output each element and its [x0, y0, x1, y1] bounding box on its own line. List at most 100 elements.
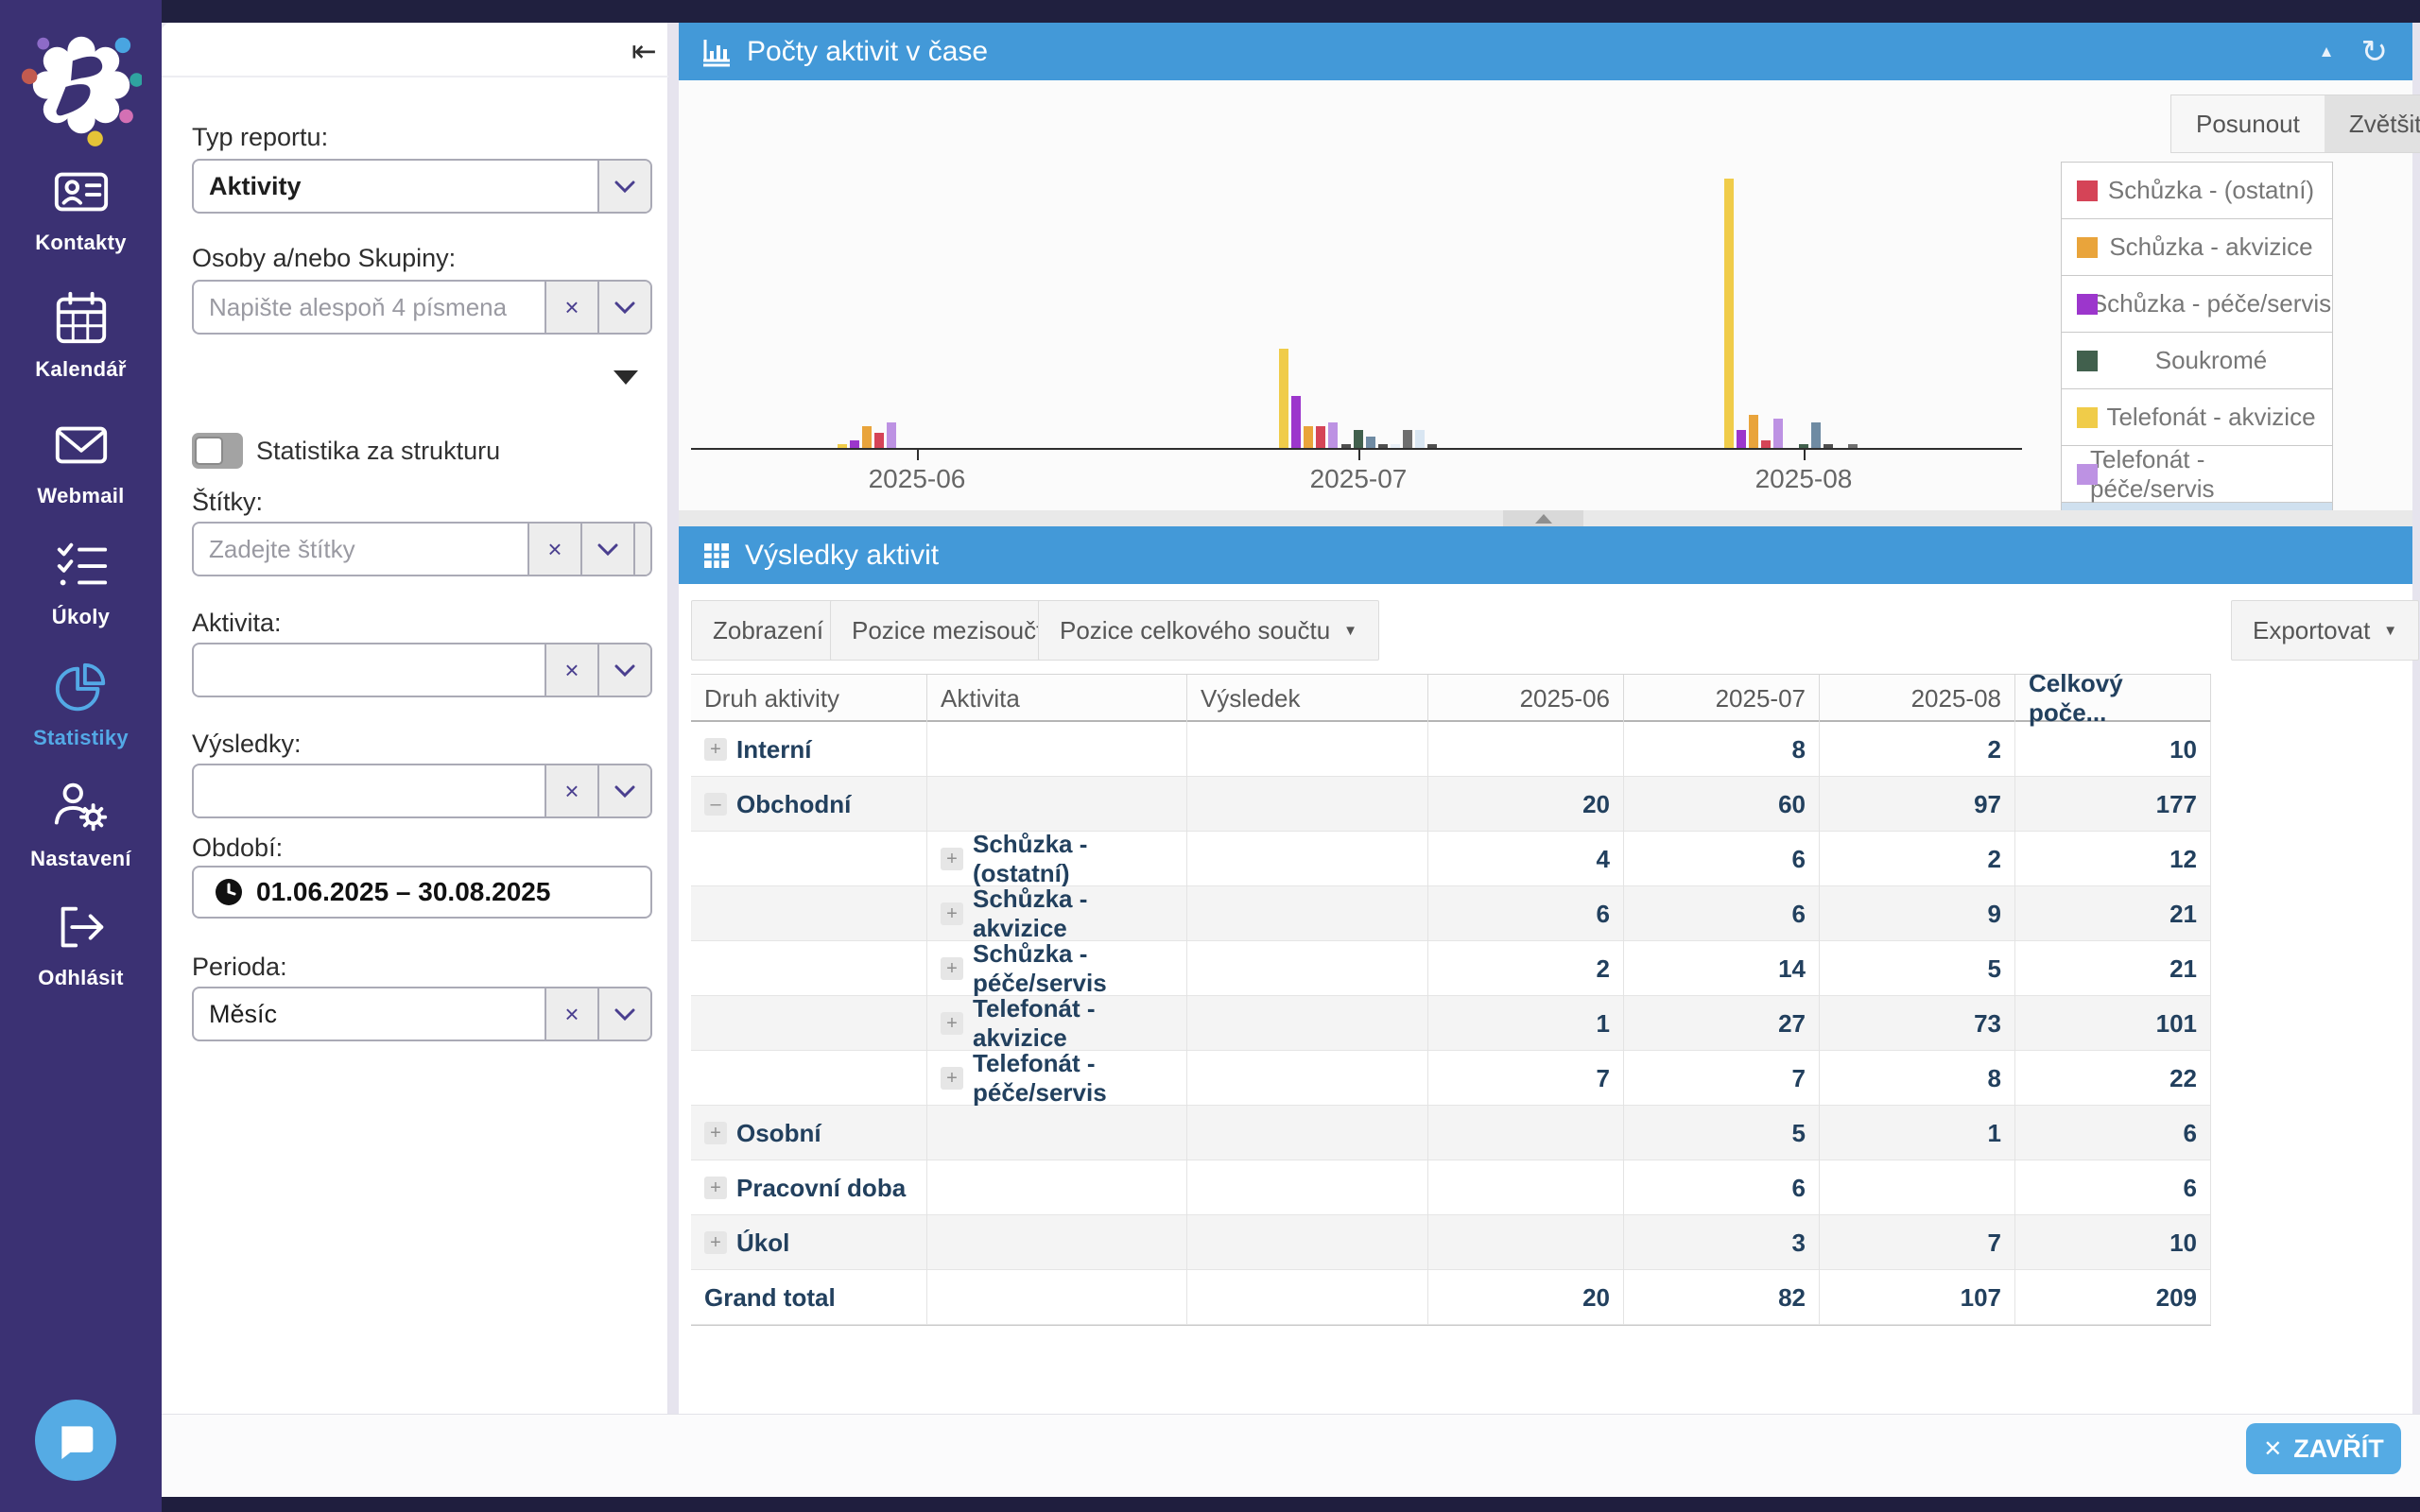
chevron-down-icon[interactable] — [597, 644, 650, 696]
activity-input[interactable]: × — [192, 643, 652, 697]
people-groups-input[interactable]: × — [192, 280, 652, 335]
expand-icon[interactable]: + — [941, 1067, 963, 1090]
legend-item[interactable]: Telefonát - péče/servis — [2062, 446, 2332, 503]
bar-series-7[interactable] — [1811, 422, 1821, 448]
sidebar-item-webmail[interactable]: Webmail — [0, 416, 162, 508]
bar-Telefonát - akvizice[interactable] — [838, 444, 847, 448]
bar-Schůzka - akvizice[interactable] — [862, 426, 872, 448]
table-row[interactable]: +Telefonát - akvizice12773101 — [691, 996, 2211, 1051]
column-header-6[interactable]: 2025-08 — [1820, 675, 2015, 722]
chevron-down-icon[interactable] — [597, 161, 650, 212]
bar-Telefonát - péče/servis[interactable] — [1328, 422, 1338, 448]
clear-icon[interactable]: × — [544, 988, 597, 1040]
date-range-button[interactable]: 01.06.2025 – 30.08.2025 — [192, 866, 652, 919]
chat-button[interactable] — [35, 1400, 116, 1481]
report-type-select[interactable]: Aktivity — [192, 159, 652, 214]
legend-item[interactable]: Schůzka - (ostatní) — [2062, 163, 2332, 219]
table-row[interactable]: +Schůzka - péče/servis214521 — [691, 941, 2211, 996]
bar-Telefonát - péče/servis[interactable] — [887, 422, 896, 448]
expand-icon[interactable]: + — [941, 848, 963, 870]
chevron-down-icon[interactable] — [597, 988, 650, 1040]
legend-item[interactable]: Soukromé — [2062, 333, 2332, 389]
table-row[interactable]: +Telefonát - péče/servis77822 — [691, 1051, 2211, 1106]
bar-Telefonát - akvizice[interactable] — [1279, 349, 1288, 448]
close-button[interactable]: ✕ ZAVŘÍT — [2246, 1423, 2401, 1474]
collapse-filter-panel-icon[interactable]: ⇤ — [631, 36, 657, 66]
bar-Schůzka - (ostatní)[interactable] — [874, 433, 884, 448]
table-row[interactable]: +Schůzka - akvizice66921 — [691, 886, 2211, 941]
table-row[interactable]: –Obchodní206097177 — [691, 777, 2211, 832]
expand-icon[interactable]: + — [704, 1122, 727, 1144]
table-row[interactable]: +Pracovní doba66 — [691, 1160, 2211, 1215]
column-header-2[interactable]: Aktivita — [927, 675, 1187, 722]
expand-icon[interactable]: + — [704, 1231, 727, 1254]
panel-splitter[interactable] — [679, 510, 2412, 526]
table-row[interactable]: +Úkol3710 — [691, 1215, 2211, 1270]
refresh-icon[interactable]: ↻ — [2361, 36, 2389, 68]
expand-more-filters-icon[interactable] — [614, 370, 638, 385]
bar-Schůzka - (ostatní)[interactable] — [1316, 426, 1325, 448]
bar-series-8[interactable] — [1378, 444, 1388, 448]
table-row[interactable]: +Osobní516 — [691, 1106, 2211, 1160]
bar-Schůzka - péče/servis[interactable] — [1291, 396, 1301, 448]
bar-Schůzka - akvizice[interactable] — [1749, 415, 1758, 448]
tags-input[interactable]: × — [192, 522, 652, 576]
legend-item[interactable]: Telefonát - akvizice — [2062, 389, 2332, 446]
legend-item[interactable]: Schůzka - akvizice — [2062, 219, 2332, 276]
bar-Telefonát - péče/servis[interactable] — [1773, 419, 1783, 448]
table-row[interactable]: Grand total2082107209 — [691, 1270, 2211, 1325]
sidebar-item-odhlasit[interactable]: Odhlásit — [0, 898, 162, 990]
column-header-1[interactable]: Druh aktivity — [691, 675, 927, 722]
bar-series-5[interactable] — [1341, 444, 1351, 448]
bar-series-11[interactable] — [1415, 430, 1425, 449]
expand-icon[interactable]: + — [941, 1012, 963, 1035]
table-row[interactable]: +Schůzka - (ostatní)46212 — [691, 832, 2211, 886]
bar-Schůzka - akvizice[interactable] — [1304, 426, 1313, 448]
bar-Soukromé[interactable] — [1354, 430, 1363, 449]
bar-Soukromé[interactable] — [1799, 444, 1808, 448]
chevron-down-icon[interactable] — [597, 765, 650, 816]
column-header-4[interactable]: 2025-06 — [1428, 675, 1624, 722]
bar-series-7[interactable] — [1366, 437, 1375, 448]
table-row[interactable]: +Interní8210 — [691, 722, 2211, 777]
bar-series-8[interactable] — [1824, 444, 1833, 448]
bar-Schůzka - péče/servis[interactable] — [1737, 430, 1746, 449]
export-dropdown-button[interactable]: Exportovat▼ — [2231, 600, 2419, 661]
people-groups-field[interactable] — [194, 282, 544, 333]
sidebar-item-kalendar[interactable]: Kalendář — [0, 289, 162, 382]
column-header-7[interactable]: Celkový poče... — [2015, 675, 2211, 722]
bar-series-9[interactable] — [1391, 444, 1400, 448]
sidebar-item-nastaveni[interactable]: Nastavení — [0, 777, 162, 871]
expand-icon[interactable]: + — [704, 738, 727, 761]
expand-icon[interactable]: + — [941, 902, 963, 925]
collapse-icon[interactable]: – — [704, 793, 727, 816]
chevron-down-icon[interactable] — [580, 524, 633, 575]
grandtotal-position-dropdown-button[interactable]: Pozice celkového součtu▼ — [1038, 600, 1379, 661]
tags-field[interactable] — [194, 524, 527, 575]
legend-item[interactable]: Schůzka - péče/servis — [2062, 276, 2332, 333]
bar-Schůzka - péče/servis[interactable] — [850, 440, 859, 448]
activity-field[interactable] — [194, 644, 544, 696]
clear-icon[interactable]: × — [544, 644, 597, 696]
bar-Schůzka - (ostatní)[interactable] — [1761, 440, 1771, 448]
chevron-down-icon[interactable] — [597, 282, 650, 333]
sidebar-item-statistiky[interactable]: Statistiky — [0, 658, 162, 750]
perioda-select[interactable]: Měsíc × — [192, 987, 652, 1041]
results-input[interactable]: × — [192, 764, 652, 818]
column-header-3[interactable]: Výsledek — [1187, 675, 1428, 722]
bar-series-10[interactable] — [1403, 430, 1412, 449]
sidebar-item-kontakty[interactable]: Kontakty — [0, 163, 162, 255]
expand-icon[interactable]: + — [941, 957, 963, 980]
expand-icon[interactable]: + — [704, 1177, 727, 1199]
collapse-panel-icon[interactable]: ▲ — [2319, 43, 2335, 61]
clear-icon[interactable]: × — [527, 524, 580, 575]
legend-scrollbar[interactable] — [2062, 503, 2332, 510]
bar-series-12[interactable] — [1427, 444, 1437, 448]
structure-statistics-toggle[interactable] — [192, 433, 243, 469]
clear-icon[interactable]: × — [544, 282, 597, 333]
bar-Telefonát - akvizice[interactable] — [1724, 179, 1734, 448]
splitter-handle[interactable] — [1503, 510, 1583, 526]
clear-icon[interactable]: × — [544, 765, 597, 816]
search-icon[interactable] — [633, 524, 652, 575]
bar-series-10[interactable] — [1848, 444, 1858, 448]
